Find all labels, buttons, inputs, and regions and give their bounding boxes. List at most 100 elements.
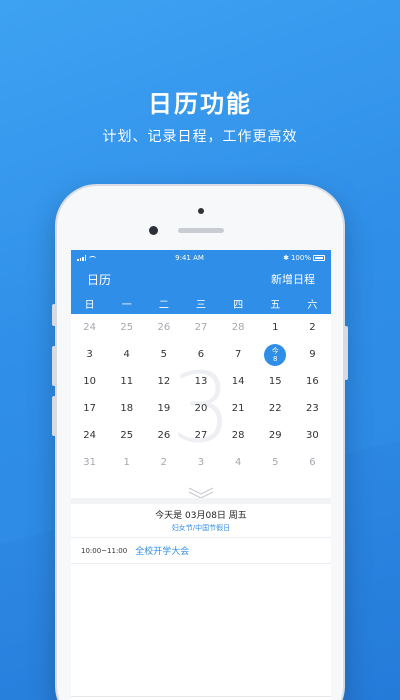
event-row[interactable]: 10:00~11:00 全校开学大会	[71, 538, 331, 564]
day-number: 23	[306, 403, 319, 414]
day-number: 1	[272, 322, 279, 333]
weekday-label: 三	[195, 299, 206, 311]
day-number: 26	[157, 430, 171, 441]
calendar-day[interactable]: 24	[71, 422, 108, 449]
calendar-day-today[interactable]: 今8	[257, 341, 294, 368]
calendar-day[interactable]: 4	[220, 449, 257, 476]
calendar-day[interactable]: 25	[108, 314, 145, 341]
signal-icon	[77, 255, 86, 261]
status-bar: 9:41 AM ✱ 100%	[71, 250, 331, 266]
day-number: 21	[231, 403, 245, 414]
weekday-header: 日一二三四五六	[71, 292, 331, 314]
add-schedule-button[interactable]: 新增日程	[271, 271, 315, 287]
expand-chevron-icon[interactable]	[187, 486, 215, 498]
event-title: 全校开学大会	[135, 547, 190, 557]
day-number: 5	[160, 349, 168, 360]
battery-icon	[312, 255, 325, 261]
calendar-day[interactable]: 11	[108, 368, 145, 395]
calendar-day[interactable]: 6	[182, 341, 219, 368]
calendar-day[interactable]: 20	[182, 395, 219, 422]
day-number: 31	[83, 457, 96, 468]
calendar-day[interactable]: 27	[182, 314, 219, 341]
calendar-day[interactable]: 6	[294, 449, 331, 476]
calendar-day[interactable]: 30	[294, 422, 331, 449]
app-bar: 日历 新增日程	[71, 266, 331, 292]
day-number: 18	[120, 403, 134, 414]
calendar-day[interactable]: 22	[257, 395, 294, 422]
day-number: 16	[306, 376, 319, 387]
day-number: 29	[268, 430, 282, 441]
day-number: 2	[160, 457, 168, 468]
calendar-day[interactable]: 13	[182, 368, 219, 395]
calendar-day[interactable]: 16	[294, 368, 331, 395]
calendar-day[interactable]: 4	[108, 341, 145, 368]
calendar-day[interactable]: 26	[145, 422, 182, 449]
day-number: 30	[306, 430, 319, 441]
day-number: 22	[268, 403, 282, 414]
day-number: 25	[120, 322, 134, 333]
calendar-day[interactable]: 23	[294, 395, 331, 422]
day-number: 4	[234, 457, 242, 468]
event-time: 10:00~11:00	[81, 546, 128, 555]
calendar-day[interactable]: 5	[257, 449, 294, 476]
day-number: 6	[197, 349, 205, 360]
weekday-label: 日	[84, 299, 95, 311]
weekday-label: 四	[233, 299, 244, 311]
calendar-day[interactable]: 1	[257, 314, 294, 341]
mute-switch	[52, 304, 56, 326]
calendar-day[interactable]: 2	[145, 449, 182, 476]
day-number: 11	[120, 376, 134, 387]
today-day-number: 8	[273, 354, 278, 363]
power-button	[344, 326, 348, 380]
today-date-line: 今天是 03月08日 周五	[155, 511, 247, 521]
day-number: 13	[194, 376, 208, 387]
day-number: 3	[86, 349, 93, 360]
front-camera	[149, 226, 158, 235]
calendar-day[interactable]: 28	[220, 422, 257, 449]
calendar-day[interactable]: 14	[220, 368, 257, 395]
calendar-day[interactable]: 10	[71, 368, 108, 395]
calendar-day[interactable]: 3	[71, 341, 108, 368]
weekday-label: 五	[270, 299, 281, 311]
calendar-day[interactable]: 12	[145, 368, 182, 395]
day-number: 28	[231, 322, 245, 333]
day-number: 1	[123, 457, 130, 468]
calendar-day[interactable]: 7	[220, 341, 257, 368]
calendar-day[interactable]: 9	[294, 341, 331, 368]
day-number: 9	[309, 349, 316, 360]
wifi-icon	[89, 255, 96, 261]
calendar-month: 3 24 25 26 27 28 1 2 3 4 5 6 7 今 8 9 10 11 12 13 14 15 16 17 18…	[71, 314, 331, 498]
day-number: 10	[83, 376, 96, 387]
calendar-day[interactable]: 17	[71, 395, 108, 422]
weekday-label: 二	[158, 299, 169, 311]
calendar-day[interactable]: 31	[71, 449, 108, 476]
day-number: 14	[231, 376, 245, 387]
day-number: 26	[157, 322, 171, 333]
calendar-day[interactable]: 1	[108, 449, 145, 476]
battery-percent: 100%	[290, 254, 311, 262]
bluetooth-icon: ✱	[283, 254, 289, 262]
calendar-day[interactable]: 19	[145, 395, 182, 422]
day-number: 12	[157, 376, 171, 387]
day-number: 7	[234, 349, 242, 360]
calendar-day[interactable]: 27	[182, 422, 219, 449]
calendar-day[interactable]: 3	[182, 449, 219, 476]
day-number: 17	[83, 403, 96, 414]
day-number: 3	[197, 457, 205, 468]
weekday-label: 一	[121, 299, 132, 311]
calendar-day[interactable]: 15	[257, 368, 294, 395]
calendar-day[interactable]: 28	[220, 314, 257, 341]
calendar-day[interactable]: 21	[220, 395, 257, 422]
calendar-day[interactable]: 18	[108, 395, 145, 422]
calendar-day[interactable]: 2	[294, 314, 331, 341]
calendar-day[interactable]: 24	[71, 314, 108, 341]
calendar-day[interactable]: 26	[145, 314, 182, 341]
promo-headline: 日历功能	[148, 90, 252, 118]
calendar-day[interactable]: 5	[145, 341, 182, 368]
day-number: 28	[231, 430, 245, 441]
today-summary: 今天是 03月08日 周五 妇女节/中国节假日	[71, 504, 331, 537]
calendar-day[interactable]: 25	[108, 422, 145, 449]
volume-up-button	[52, 346, 56, 386]
day-number: 24	[83, 430, 96, 441]
calendar-day[interactable]: 29	[257, 422, 294, 449]
